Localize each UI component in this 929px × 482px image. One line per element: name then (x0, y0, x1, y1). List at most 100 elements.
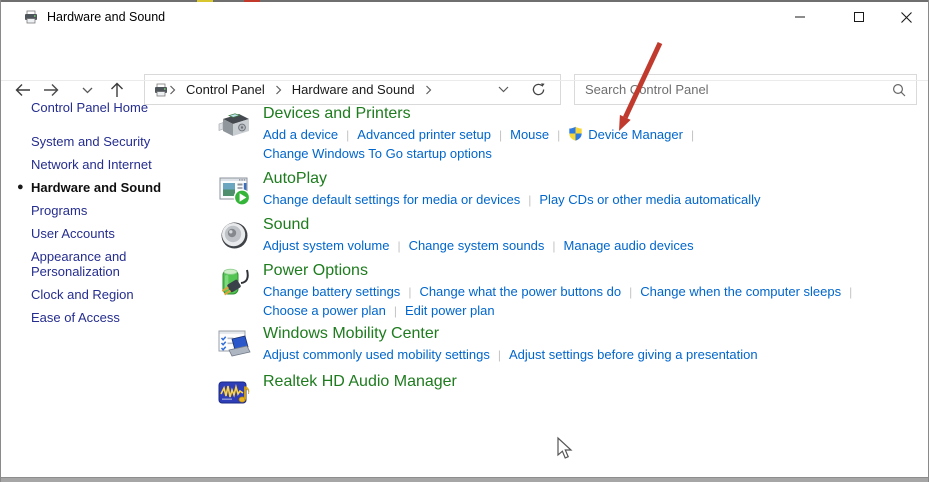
task-link-row: Change Windows To Go startup options (263, 145, 702, 163)
task-link-change-system-sounds[interactable]: Change system sounds (409, 238, 545, 253)
link-separator: | (394, 304, 397, 318)
top-edge-red-fragment (244, 0, 260, 2)
autoplay-icon[interactable] (215, 171, 253, 209)
task-link-label: Manage audio devices (564, 238, 694, 253)
bottom-edge-strip (1, 477, 928, 482)
task-link-manage-audio-devices[interactable]: Manage audio devices (564, 238, 694, 253)
section-devices-and-printers: Devices and Printers Add a device | Advance… (215, 104, 702, 162)
task-link-adjust-commonly-used-mobility-settings[interactable]: Adjust commonly used mobility settings (263, 347, 490, 362)
top-edge-strip (1, 0, 928, 2)
task-link-label: Choose a power plan (263, 303, 386, 318)
section-title-windows-mobility-center[interactable]: Windows Mobility Center (263, 324, 758, 344)
task-link-label: Mouse (510, 127, 549, 142)
realtek-audio-icon[interactable] (215, 374, 253, 412)
task-link-label: Advanced printer setup (357, 127, 491, 142)
task-link-edit-power-plan[interactable]: Edit power plan (405, 303, 495, 318)
sidebar-items: System and Security Network and Internet ●… (31, 134, 201, 325)
task-link-change-battery-settings[interactable]: Change battery settings (263, 284, 400, 299)
devices-printers-icon[interactable] (215, 106, 253, 144)
task-link-row: Add a device | Advanced printer setup | Mous… (263, 126, 702, 145)
sidebar-item-label: Hardware and Sound (31, 180, 161, 195)
task-link-play-cds-or-other-media-automatically[interactable]: Play CDs or other media automatically (539, 192, 760, 207)
printer-small-icon (153, 82, 169, 98)
window-title: Hardware and Sound (47, 10, 165, 24)
task-link-label: Change default settings for media or dev… (263, 192, 520, 207)
task-link-label: Device Manager (588, 127, 683, 142)
content-sections: Devices and Printers Add a device | Advance… (215, 0, 929, 482)
back-arrow-icon (14, 82, 32, 98)
active-item-bullet: ● (17, 180, 24, 195)
sidebar-item-programs[interactable]: Programs (31, 203, 191, 218)
section-realtek-hd-audio-manager: Realtek HD Audio Manager (215, 372, 457, 412)
sidebar-item-ease-of-access[interactable]: Ease of Access (31, 310, 191, 325)
battery-plug-icon[interactable] (215, 263, 253, 301)
sidebar-item-label: Appearance and Personalization (31, 249, 126, 279)
task-link-add-a-device[interactable]: Add a device (263, 127, 338, 142)
task-link-change-default-settings-for-media-or-devices[interactable]: Change default settings for media or dev… (263, 192, 520, 207)
task-link-change-what-the-power-buttons-do[interactable]: Change what the power buttons do (419, 284, 621, 299)
speaker-icon[interactable] (215, 217, 253, 255)
task-link-row: Change battery settings | Change what the … (263, 283, 860, 302)
link-separator: | (346, 128, 349, 142)
up-arrow-icon (109, 81, 125, 99)
task-link-choose-a-power-plan[interactable]: Choose a power plan (263, 303, 386, 318)
section-title-autoplay[interactable]: AutoPlay (263, 169, 760, 189)
recent-pages-chevron-icon (82, 87, 93, 94)
section-autoplay: AutoPlay Change default settings for medi… (215, 169, 760, 210)
section-power-options: Power OptionsChange battery settings|Cha… (215, 261, 860, 320)
sidebar-item-clock-and-region[interactable]: Clock and Region (31, 287, 191, 302)
sidebar-item-label: Programs (31, 203, 87, 218)
link-separator: | (691, 128, 694, 142)
sidebar-item-label: System and Security (31, 134, 150, 149)
task-link-advanced-printer-setup[interactable]: Advanced printer setup (357, 127, 491, 142)
sidebar-item-label: User Accounts (31, 226, 115, 241)
sidebar-item-user-accounts[interactable]: User Accounts (31, 226, 191, 241)
task-link-label: Adjust commonly used mobility settings (263, 347, 490, 362)
task-link-label: Adjust system volume (263, 238, 389, 253)
sidebar-item-control-panel-home[interactable]: Control Panel Home (31, 100, 201, 115)
task-link-device-manager[interactable]: Device Manager (568, 127, 683, 142)
link-separator: | (408, 285, 411, 299)
task-link-label: Edit power plan (405, 303, 495, 318)
task-link-label: Change what the power buttons do (419, 284, 621, 299)
task-link-row: Change default settings for media or dev… (263, 191, 760, 210)
sidebar-item-appearance-and-personalization[interactable]: Appearance and Personalization (31, 249, 191, 279)
link-separator: | (629, 285, 632, 299)
mobility-center-icon[interactable] (215, 326, 253, 364)
sidebar: Control Panel Home System and Security Ne… (31, 100, 201, 333)
task-link-label: Add a device (263, 127, 338, 142)
sidebar-item-label: Network and Internet (31, 157, 152, 172)
task-link-adjust-system-volume[interactable]: Adjust system volume (263, 238, 389, 253)
sidebar-item-label: Clock and Region (31, 287, 134, 302)
section-title-sound[interactable]: Sound (263, 215, 694, 235)
link-separator: | (528, 193, 531, 207)
sidebar-item-label: Ease of Access (31, 310, 120, 325)
task-link-label: Change battery settings (263, 284, 400, 299)
task-link-adjust-settings-before-giving-a-presentation[interactable]: Adjust settings before giving a presenta… (509, 347, 758, 362)
sidebar-item-system-and-security[interactable]: System and Security (31, 134, 191, 149)
section-title-realtek-hd-audio-manager[interactable]: Realtek HD Audio Manager (263, 372, 457, 392)
link-separator: | (849, 285, 852, 299)
section-windows-mobility-center: Windows Mobility Center Adjust commonly u… (215, 324, 758, 365)
sidebar-item-hardware-and-sound[interactable]: ●Hardware and Sound (31, 180, 191, 195)
task-link-change-windows-to-go-startup-options[interactable]: Change Windows To Go startup options (263, 146, 492, 161)
task-link-label: Adjust settings before giving a presenta… (509, 347, 758, 362)
section-title-power-options[interactable]: Power Options (263, 261, 860, 281)
task-link-row: Choose a power plan | Edit power plan (263, 302, 860, 321)
link-separator: | (498, 348, 501, 362)
breadcrumb-chevron-icon[interactable] (169, 85, 176, 95)
task-link-label: Play CDs or other media automatically (539, 192, 760, 207)
printer-small-icon (23, 9, 39, 25)
link-separator: | (552, 239, 555, 253)
task-link-label: Change when the computer sleeps (640, 284, 841, 299)
task-link-change-when-the-computer-sleeps[interactable]: Change when the computer sleeps (640, 284, 841, 299)
uac-shield-icon (568, 126, 583, 141)
section-sound: Sound Adjust system volume | Change system … (215, 215, 694, 256)
task-link-mouse[interactable]: Mouse (510, 127, 549, 142)
task-link-row: Adjust commonly used mobility settings | A… (263, 346, 758, 365)
section-title-devices-and-printers[interactable]: Devices and Printers (263, 104, 702, 124)
top-edge-yellow-fragment (197, 0, 213, 2)
link-separator: | (557, 128, 560, 142)
sidebar-item-network-and-internet[interactable]: Network and Internet (31, 157, 191, 172)
forward-arrow-icon (42, 82, 60, 98)
